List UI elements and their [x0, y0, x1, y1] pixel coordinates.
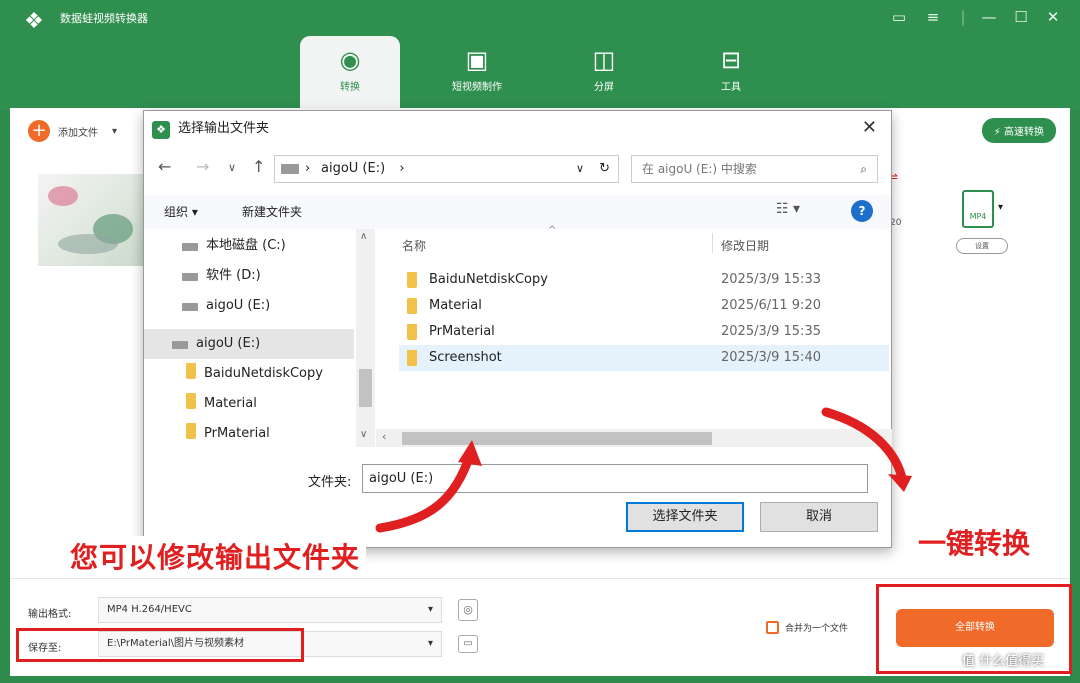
arrow-to-folder	[375, 450, 475, 533]
annotation-arrows	[375, 407, 912, 533]
arrow-head	[888, 474, 912, 492]
watermark: 值 什么值得买	[962, 654, 1045, 669]
arrow-head	[458, 440, 482, 466]
arrow-to-convert	[821, 407, 907, 483]
